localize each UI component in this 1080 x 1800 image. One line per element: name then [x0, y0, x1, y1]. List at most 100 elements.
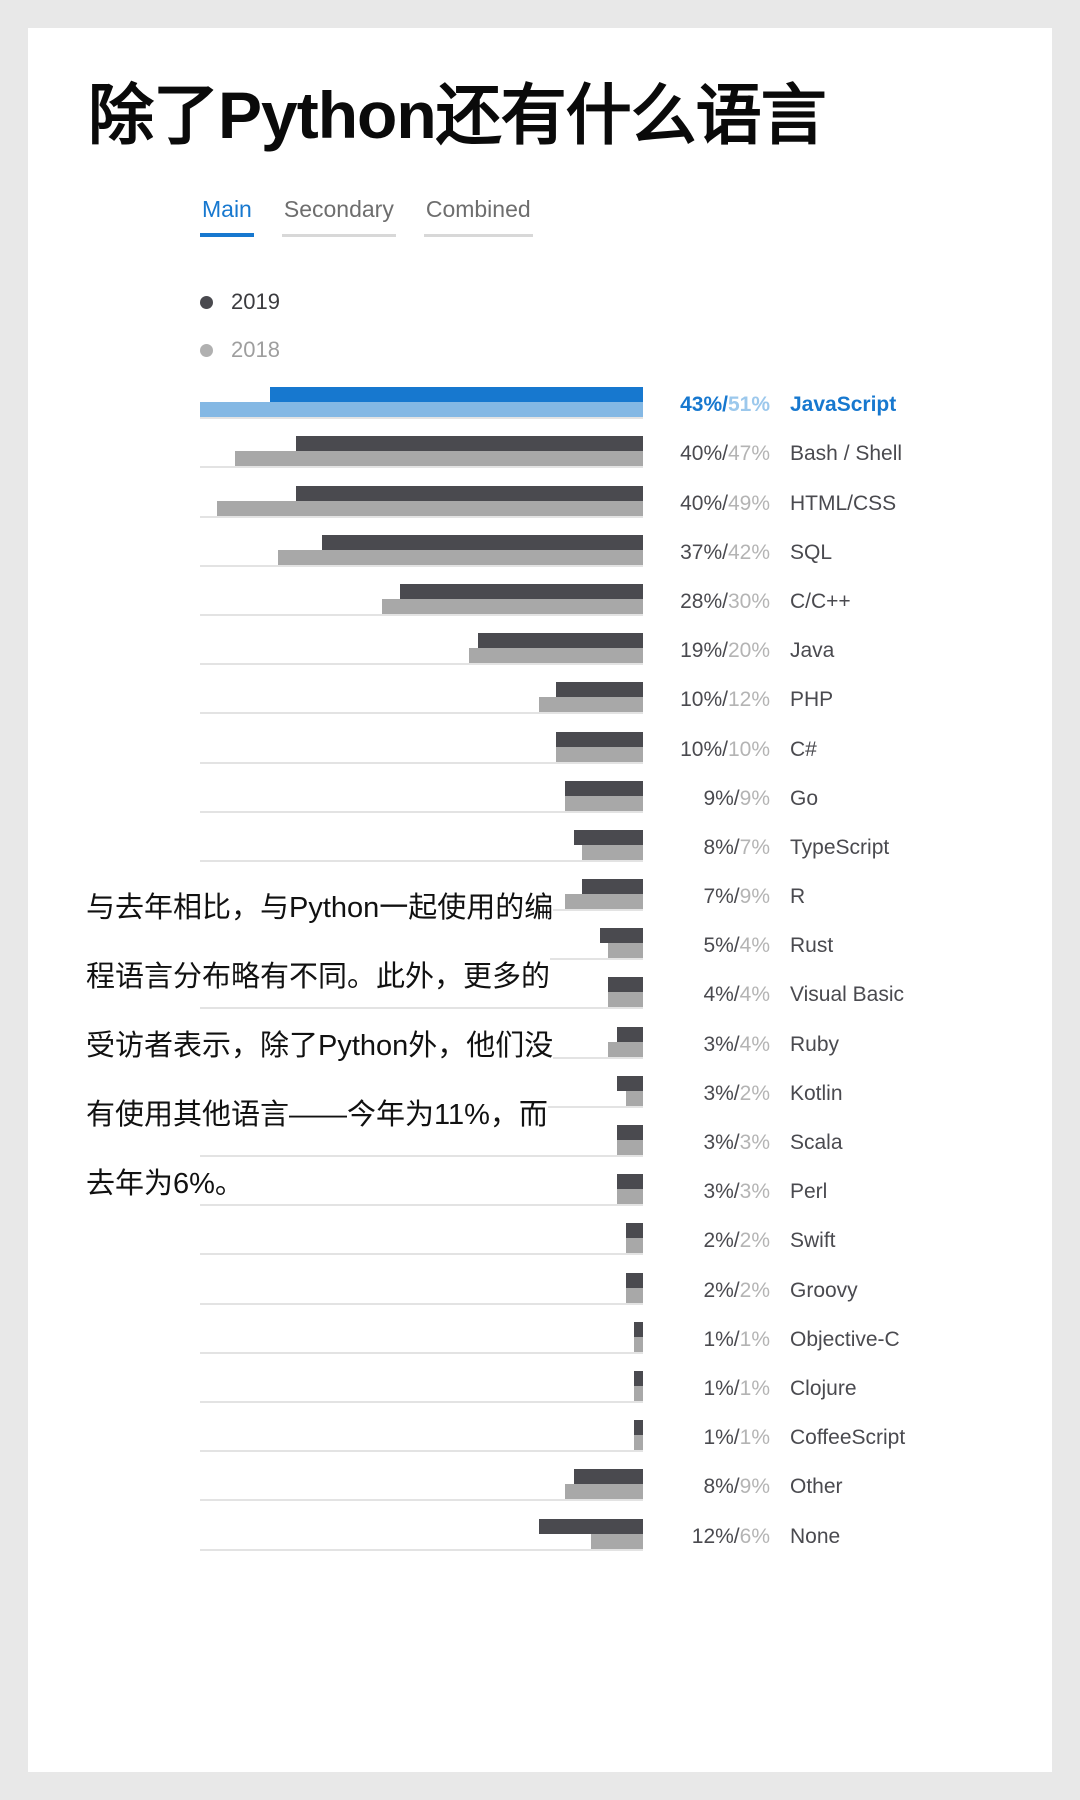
row-category-label: Swift — [790, 1229, 836, 1253]
chart-row[interactable]: 8%/7%TypeScript — [200, 819, 990, 868]
chart-row[interactable]: 37%/42% SQL — [200, 524, 990, 573]
chart-row[interactable]: 9%/9% Go — [200, 770, 990, 819]
chart-row[interactable]: 2%/2%Swift — [200, 1212, 990, 1261]
row-bars — [200, 775, 643, 813]
value-2018: 2% — [740, 1279, 770, 1302]
bar-2019 — [296, 436, 643, 451]
bar-2019 — [634, 1371, 643, 1386]
bar-2018 — [626, 1091, 643, 1106]
value-2019: 37%/ — [680, 541, 728, 564]
row-category-label: Other — [790, 1475, 843, 1499]
chart-row[interactable]: 1%/1%Clojure — [200, 1360, 990, 1409]
value-2018: 7% — [740, 836, 770, 859]
value-2019: 1%/ — [703, 1377, 739, 1400]
chart-row[interactable]: 40%/49%HTML/CSS — [200, 474, 990, 523]
bar-2018 — [235, 451, 643, 466]
row-bars — [200, 1316, 643, 1354]
bar-2018 — [591, 1534, 643, 1549]
value-2018: 3% — [740, 1180, 770, 1203]
bar-2019 — [617, 1174, 643, 1189]
value-2018: 9% — [740, 1475, 770, 1498]
chart-row[interactable]: 1%/1%Objective-C — [200, 1311, 990, 1360]
bar-2019 — [608, 977, 643, 992]
value-2019: 3%/ — [703, 1033, 739, 1056]
legend-dot-icon-2018 — [200, 344, 213, 357]
value-2018: 20% — [728, 639, 770, 662]
row-category-label: SQL — [790, 541, 832, 565]
legend-item-2019[interactable]: 2019 — [200, 278, 280, 326]
row-bars — [200, 578, 643, 616]
tab-secondary[interactable]: Secondary — [282, 196, 396, 237]
chart-row[interactable]: 19%/20%Java — [200, 622, 990, 671]
value-2019: 40%/ — [680, 442, 728, 465]
value-2019: 3%/ — [703, 1131, 739, 1154]
legend-label-2018: 2018 — [231, 337, 280, 363]
row-category-label: Scala — [790, 1131, 843, 1155]
bar-2018 — [634, 1435, 643, 1450]
value-2018: 30% — [728, 590, 770, 613]
bar-2018 — [608, 1042, 643, 1057]
value-2018: 1% — [740, 1426, 770, 1449]
chart-row[interactable]: 12%/6%None — [200, 1507, 990, 1556]
value-2019: 40%/ — [680, 492, 728, 515]
row-value-label: 8%/7% — [652, 836, 770, 860]
legend-item-2018[interactable]: 2018 — [200, 326, 280, 374]
bar-2019 — [574, 830, 643, 845]
bar-2019 — [539, 1519, 643, 1534]
chart-row[interactable]: 8%/9% Other — [200, 1458, 990, 1507]
chart-row[interactable]: 28%/30%C/C++ — [200, 573, 990, 622]
bar-2018 — [608, 943, 643, 958]
bar-2018 — [565, 894, 643, 909]
value-2019: 1%/ — [703, 1426, 739, 1449]
infographic-card: 除了Python还有什么语言 Main Secondary Combined 2… — [28, 28, 1052, 1772]
chart-row[interactable]: 1%/1%CoffeeScript — [200, 1409, 990, 1458]
bar-2019 — [600, 928, 643, 943]
bar-2019 — [626, 1223, 643, 1238]
value-2018: 42% — [728, 541, 770, 564]
value-2019: 3%/ — [703, 1180, 739, 1203]
row-value-label: 5%/4% — [652, 934, 770, 958]
row-bars — [200, 381, 643, 419]
bar-2018 — [617, 1189, 643, 1204]
row-value-label: 28%/30% — [652, 590, 770, 614]
tab-main[interactable]: Main — [200, 196, 254, 237]
chart-row[interactable]: 40%/47%Bash / Shell — [200, 425, 990, 474]
row-value-label: 10%/10% — [652, 738, 770, 762]
value-2018: 4% — [740, 983, 770, 1006]
row-category-label: Kotlin — [790, 1082, 843, 1106]
row-bars — [200, 1463, 643, 1501]
value-2018: 47% — [728, 442, 770, 465]
row-value-label: 9%/9% — [652, 787, 770, 811]
bar-2019 — [617, 1076, 643, 1091]
bar-2018 — [539, 697, 643, 712]
chart-row[interactable]: 2%/2%Groovy — [200, 1261, 990, 1310]
value-2019: 5%/ — [703, 934, 739, 957]
row-value-label: 40%/47% — [652, 442, 770, 466]
bar-2018 — [626, 1238, 643, 1253]
value-2018: 4% — [740, 1033, 770, 1056]
row-category-label: HTML/CSS — [790, 492, 896, 516]
bar-2019 — [400, 584, 643, 599]
tab-combined-underline — [424, 234, 533, 237]
commentary-text: 与去年相比，与Python一起使用的编程语言分布略有不同。此外，更多的受访者表示… — [86, 892, 553, 1200]
chart-row[interactable]: 10%/12%PHP — [200, 671, 990, 720]
row-category-label: Clojure — [790, 1377, 857, 1401]
chart-row[interactable]: 43%/51%JavaScript — [200, 376, 990, 425]
row-category-label: Perl — [790, 1180, 827, 1204]
row-category-label: Groovy — [790, 1279, 858, 1303]
chart-row[interactable]: 10%/10%C# — [200, 720, 990, 769]
value-2019: 9%/ — [703, 787, 739, 810]
row-bars — [200, 726, 643, 764]
row-category-label: Go — [790, 787, 818, 811]
legend-label-2019: 2019 — [231, 289, 280, 315]
bar-2018 — [565, 796, 643, 811]
bar-2018 — [556, 747, 643, 762]
row-bars — [200, 480, 643, 518]
legend-dot-icon-2019 — [200, 296, 213, 309]
bar-2019 — [582, 879, 643, 894]
bar-2019 — [634, 1322, 643, 1337]
bar-2018 — [469, 648, 643, 663]
tab-combined[interactable]: Combined — [424, 196, 533, 237]
row-category-label: Rust — [790, 934, 833, 958]
value-2019: 8%/ — [703, 1475, 739, 1498]
